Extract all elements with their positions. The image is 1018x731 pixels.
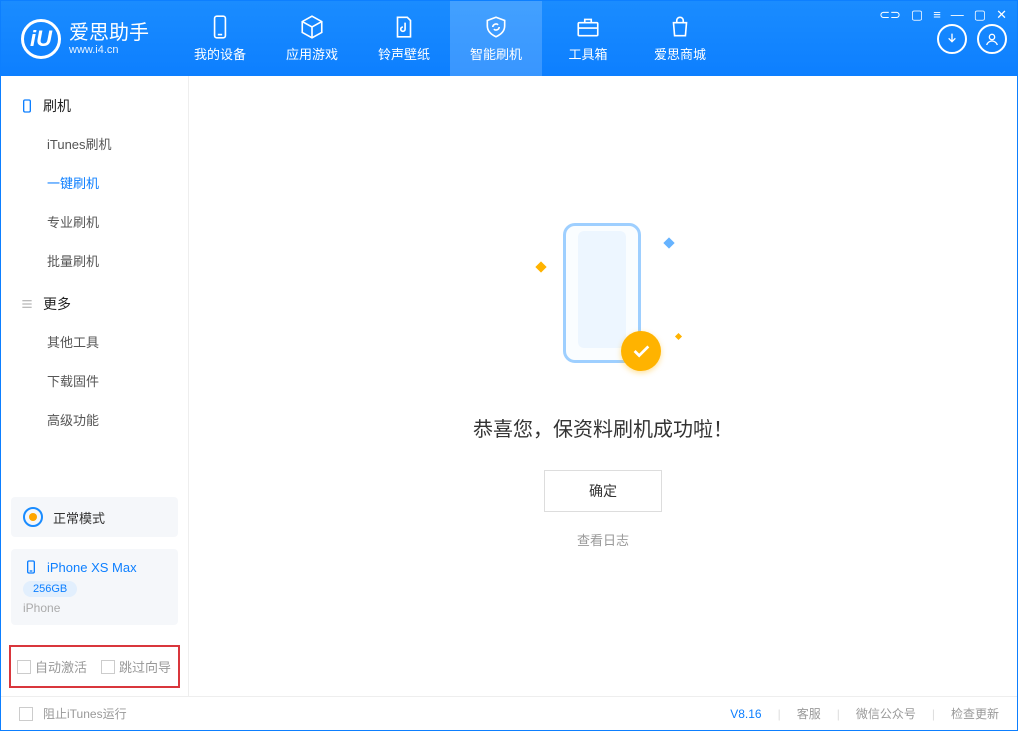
mode-icon xyxy=(23,507,43,527)
block-itunes-checkbox[interactable] xyxy=(19,707,33,721)
window-controls: ⊂⊃ ▢ ≡ — ▢ ✕ xyxy=(879,7,1007,23)
cube-icon xyxy=(299,14,325,40)
sidebar-item-download-firmware[interactable]: 下载固件 xyxy=(1,361,188,400)
account-button[interactable] xyxy=(977,24,1007,54)
skip-guide-checkbox[interactable]: 跳过向导 xyxy=(101,657,171,676)
music-file-icon xyxy=(391,14,417,40)
block-itunes-label: 阻止iTunes运行 xyxy=(43,705,127,722)
tab-store[interactable]: 爱思商城 xyxy=(634,1,726,76)
nav-tabs: 我的设备 应用游戏 铃声壁纸 智能刷机 工具箱 爱思商城 xyxy=(174,1,726,76)
sidebar-group-more[interactable]: 更多 xyxy=(1,286,188,322)
menu-icon[interactable]: ≡ xyxy=(933,7,941,23)
sparkle-icon xyxy=(663,237,674,248)
sparkle-icon xyxy=(535,261,546,272)
device-box[interactable]: iPhone XS Max 256GB iPhone xyxy=(11,549,178,625)
support-link[interactable]: 客服 xyxy=(797,705,821,722)
logo: iU 爱思助手 www.i4.cn xyxy=(21,19,149,59)
tab-smart-flash-label: 智能刷机 xyxy=(470,44,522,63)
success-illustration xyxy=(533,223,673,383)
collapse-icon[interactable]: ⊂⊃ xyxy=(879,7,901,23)
download-button[interactable] xyxy=(937,24,967,54)
list-icon xyxy=(19,296,35,312)
sidebar: 刷机 iTunes刷机 一键刷机 专业刷机 批量刷机 更多 其他工具 下载固件 … xyxy=(1,76,189,696)
minimize-icon[interactable]: — xyxy=(951,7,964,23)
tab-toolbox[interactable]: 工具箱 xyxy=(542,1,634,76)
sidebar-item-other-tools[interactable]: 其他工具 xyxy=(1,322,188,361)
content-area: 恭喜您，保资料刷机成功啦！ 确定 查看日志 xyxy=(189,76,1017,696)
device-icon xyxy=(19,98,35,114)
device-storage-badge: 256GB xyxy=(23,581,77,597)
tab-store-label: 爱思商城 xyxy=(654,44,706,63)
tab-ringtones[interactable]: 铃声壁纸 xyxy=(358,1,450,76)
mode-label: 正常模式 xyxy=(53,508,105,527)
check-badge-icon xyxy=(621,331,661,371)
auto-activate-checkbox[interactable]: 自动激活 xyxy=(17,657,87,676)
phone-small-icon xyxy=(23,559,39,575)
check-update-link[interactable]: 检查更新 xyxy=(951,705,999,722)
success-message: 恭喜您，保资料刷机成功啦！ xyxy=(473,413,733,442)
mode-box[interactable]: 正常模式 xyxy=(11,497,178,537)
tab-my-device[interactable]: 我的设备 xyxy=(174,1,266,76)
wechat-link[interactable]: 微信公众号 xyxy=(856,705,916,722)
close-icon[interactable]: ✕ xyxy=(996,7,1007,23)
footer: 阻止iTunes运行 V8.16 | 客服 | 微信公众号 | 检查更新 xyxy=(1,696,1017,730)
tab-toolbox-label: 工具箱 xyxy=(568,44,607,63)
sidebar-item-pro-flash[interactable]: 专业刷机 xyxy=(1,202,188,241)
view-log-link[interactable]: 查看日志 xyxy=(577,530,629,549)
ok-button[interactable]: 确定 xyxy=(544,470,662,512)
download-icon xyxy=(944,31,960,47)
sidebar-item-advanced[interactable]: 高级功能 xyxy=(1,400,188,439)
options-highlight: 自动激活 跳过向导 xyxy=(9,645,180,688)
tab-ringtones-label: 铃声壁纸 xyxy=(378,44,430,63)
briefcase-icon xyxy=(575,14,601,40)
device-type: iPhone xyxy=(23,601,166,615)
sidebar-item-itunes-flash[interactable]: iTunes刷机 xyxy=(1,124,188,163)
user-icon xyxy=(984,31,1000,47)
tab-smart-flash[interactable]: 智能刷机 xyxy=(450,1,542,76)
maximize-icon[interactable]: ▢ xyxy=(974,7,986,23)
shield-sync-icon xyxy=(483,14,509,40)
header: iU 爱思助手 www.i4.cn 我的设备 应用游戏 铃声壁纸 智能刷机 xyxy=(1,1,1017,76)
sidebar-item-batch-flash[interactable]: 批量刷机 xyxy=(1,241,188,280)
sidebar-item-one-click-flash[interactable]: 一键刷机 xyxy=(1,163,188,202)
bag-icon xyxy=(667,14,693,40)
sparkle-icon xyxy=(675,333,682,340)
sidebar-group-flash[interactable]: 刷机 xyxy=(1,88,188,124)
device-name: iPhone XS Max xyxy=(47,560,137,575)
version-label: V8.16 xyxy=(730,707,761,721)
tab-my-device-label: 我的设备 xyxy=(194,44,246,63)
pin-icon[interactable]: ▢ xyxy=(911,7,923,23)
tab-apps-games[interactable]: 应用游戏 xyxy=(266,1,358,76)
phone-icon xyxy=(207,14,233,40)
app-title: 爱思助手 xyxy=(69,22,149,44)
app-subtitle: www.i4.cn xyxy=(69,44,149,56)
tab-apps-games-label: 应用游戏 xyxy=(286,44,338,63)
logo-icon: iU xyxy=(21,19,61,59)
